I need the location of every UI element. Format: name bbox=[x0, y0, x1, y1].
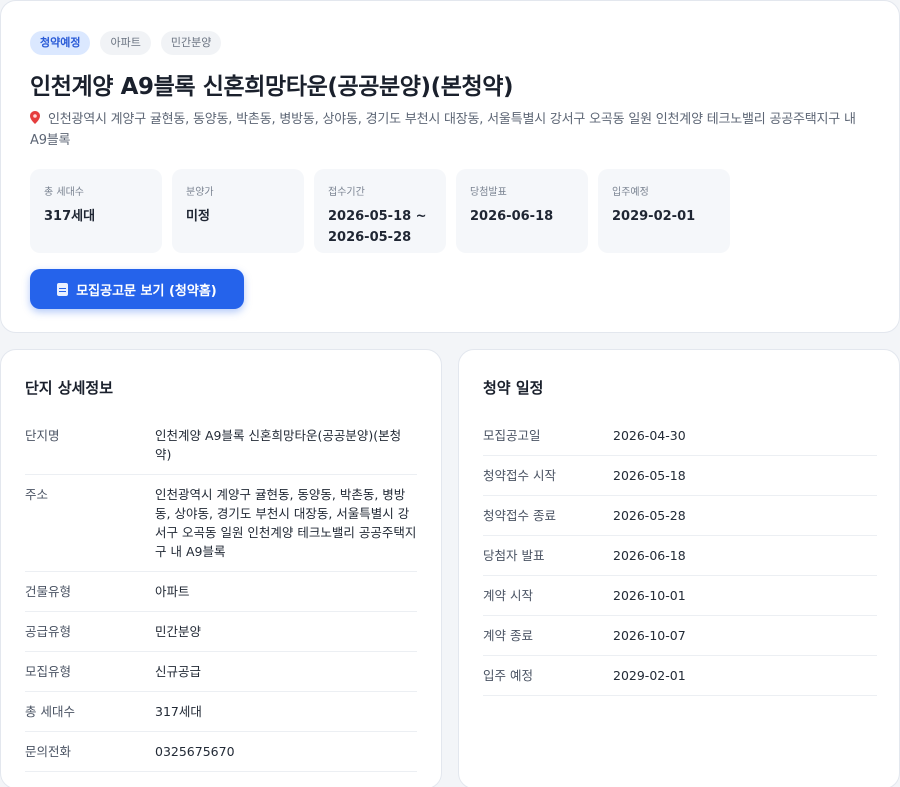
row-value: 2026-06-18 bbox=[613, 548, 686, 563]
schedule-card: 청약 일정 모집공고일 2026-04-30 청약접수 시작 2026-05-1… bbox=[458, 349, 900, 787]
stat-price: 분양가 미정 bbox=[172, 169, 304, 253]
summary-card: 청약예정 아파트 민간분양 인천계양 A9블록 신혼희망타운(공공분양)(본청약… bbox=[0, 0, 900, 333]
stat-value: 미정 bbox=[186, 209, 210, 224]
stat-value: 2029-02-01 bbox=[612, 209, 696, 224]
stat-application-period: 접수기간 2026-05-18 ~ 2026-05-28 bbox=[314, 169, 446, 253]
address-text: 인천광역시 계양구 귤현동, 동양동, 박촌동, 병방동, 상야동, 경기도 부… bbox=[30, 112, 856, 148]
row-label: 청약접수 시작 bbox=[483, 468, 556, 483]
building-type-tag: 아파트 bbox=[100, 31, 151, 55]
view-notice-label: 모집공고문 보기 (청약홈) bbox=[76, 283, 217, 299]
schedule-row-notice: 모집공고일 2026-04-30 bbox=[483, 416, 877, 456]
row-value: 인천계양 A9블록 신혼희망타운(공공분양)(본청약) bbox=[155, 428, 402, 462]
stat-label: 분양가 bbox=[186, 187, 214, 198]
view-notice-button[interactable]: 모집공고문 보기 (청약홈) bbox=[30, 269, 244, 309]
row-value: 아파트 bbox=[155, 584, 190, 599]
stat-label: 입주예정 bbox=[612, 187, 649, 198]
row-label: 모집공고일 bbox=[483, 428, 541, 443]
row-label: 계약 종료 bbox=[483, 628, 533, 643]
address-line: 인천광역시 계양구 귤현동, 동양동, 박촌동, 병방동, 상야동, 경기도 부… bbox=[30, 109, 870, 151]
detail-row-supply-type: 공급유형 민간분양 bbox=[25, 612, 417, 652]
row-value: 민간분양 bbox=[155, 624, 202, 639]
row-label: 계약 시작 bbox=[483, 588, 533, 603]
tag-list: 청약예정 아파트 민간분양 bbox=[30, 31, 222, 55]
schedule-row-contract-start: 계약 시작 2026-10-01 bbox=[483, 576, 877, 616]
schedule-title: 청약 일정 bbox=[483, 379, 544, 397]
detail-row-building-type: 건물유형 아파트 bbox=[25, 572, 417, 612]
stat-label: 총 세대수 bbox=[44, 187, 84, 198]
schedule-row-apply-start: 청약접수 시작 2026-05-18 bbox=[483, 456, 877, 496]
row-label: 문의전화 bbox=[25, 744, 72, 759]
document-icon bbox=[57, 282, 69, 296]
row-value: 2026-05-28 bbox=[613, 508, 686, 523]
row-label: 모집유형 bbox=[25, 664, 72, 679]
row-label: 총 세대수 bbox=[25, 704, 75, 719]
row-value: 2026-10-07 bbox=[613, 628, 686, 643]
schedule-row-move-in: 입주 예정 2029-02-01 bbox=[483, 656, 877, 696]
pin-icon bbox=[30, 111, 44, 127]
detail-row-recruit-type: 모집유형 신규공급 bbox=[25, 652, 417, 692]
stat-winner-announcement: 당첨발표 2026-06-18 bbox=[456, 169, 588, 253]
detail-row-name: 단지명 인천계양 A9블록 신혼희망타운(공공분양)(본청약) bbox=[25, 416, 417, 475]
row-value: 2029-02-01 bbox=[613, 668, 686, 683]
row-label: 공급유형 bbox=[25, 624, 72, 639]
schedule-list: 모집공고일 2026-04-30 청약접수 시작 2026-05-18 청약접수… bbox=[483, 416, 877, 696]
row-value: 신규공급 bbox=[155, 664, 202, 679]
stat-move-in: 입주예정 2029-02-01 bbox=[598, 169, 730, 253]
row-label: 청약접수 종료 bbox=[483, 508, 556, 523]
row-value: 2026-05-18 bbox=[613, 468, 686, 483]
row-value: 0325675670 bbox=[155, 744, 235, 759]
stat-value: 2026-05-18 ~ 2026-05-28 bbox=[328, 209, 427, 245]
detail-title: 단지 상세정보 bbox=[25, 379, 114, 397]
row-label: 당첨자 발표 bbox=[483, 548, 545, 563]
schedule-row-apply-end: 청약접수 종료 2026-05-28 bbox=[483, 496, 877, 536]
row-label: 건물유형 bbox=[25, 584, 72, 599]
row-value: 2026-04-30 bbox=[613, 428, 686, 443]
supply-type-tag: 민간분양 bbox=[160, 31, 222, 55]
row-label: 입주 예정 bbox=[483, 668, 533, 683]
detail-row-phone: 문의전화 0325675670 bbox=[25, 732, 417, 772]
row-label: 주소 bbox=[25, 487, 49, 502]
row-label: 단지명 bbox=[25, 428, 60, 443]
stat-label: 접수기간 bbox=[328, 187, 365, 198]
stats-row: 총 세대수 317세대 분양가 미정 접수기간 2026-05-18 ~ 202… bbox=[30, 169, 730, 253]
stat-value: 2026-06-18 bbox=[470, 209, 554, 224]
schedule-row-winner: 당첨자 발표 2026-06-18 bbox=[483, 536, 877, 576]
stat-label: 당첨발표 bbox=[470, 187, 507, 198]
stat-value: 317세대 bbox=[44, 209, 96, 224]
schedule-row-contract-end: 계약 종료 2026-10-07 bbox=[483, 616, 877, 656]
status-badge: 청약예정 bbox=[30, 31, 91, 55]
row-value: 317세대 bbox=[155, 704, 202, 719]
row-value: 인천광역시 계양구 귤현동, 동양동, 박촌동, 병방동, 상야동, 경기도 부… bbox=[155, 487, 417, 559]
row-value: 2026-10-01 bbox=[613, 588, 686, 603]
detail-row-total-units: 총 세대수 317세대 bbox=[25, 692, 417, 732]
detail-row-address: 주소 인천광역시 계양구 귤현동, 동양동, 박촌동, 병방동, 상야동, 경기… bbox=[25, 475, 417, 572]
detail-card: 단지 상세정보 단지명 인천계양 A9블록 신혼희망타운(공공분양)(본청약) … bbox=[0, 349, 442, 787]
page-title: 인천계양 A9블록 신혼희망타운(공공분양)(본청약) bbox=[30, 74, 514, 100]
stat-total-units: 총 세대수 317세대 bbox=[30, 169, 162, 253]
detail-list: 단지명 인천계양 A9블록 신혼희망타운(공공분양)(본청약) 주소 인천광역시… bbox=[25, 416, 417, 772]
